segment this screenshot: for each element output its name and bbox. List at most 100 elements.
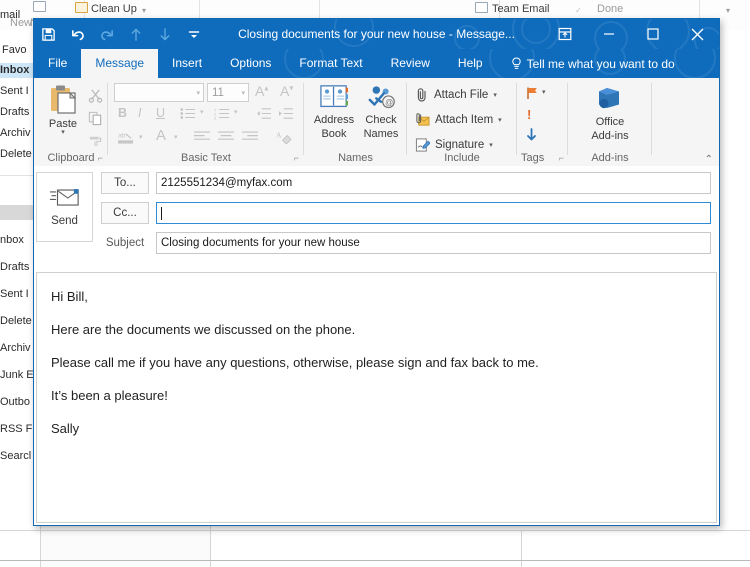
address-book-button[interactable]: Address Book bbox=[310, 84, 358, 140]
maximize-icon[interactable] bbox=[631, 19, 675, 49]
chevron-down-icon[interactable]: ▾ bbox=[241, 89, 245, 97]
attach-item-button[interactable]: Attach Item ▾ bbox=[415, 112, 502, 128]
numbering-icon[interactable]: 123 bbox=[214, 107, 230, 123]
bg-nav-drafts[interactable]: Drafts bbox=[0, 261, 29, 273]
bg-nav-deleted[interactable]: Delete bbox=[0, 315, 32, 327]
cut-icon[interactable] bbox=[88, 88, 103, 106]
office-addins-button[interactable]: Office Add-ins bbox=[584, 86, 636, 142]
bg-nav-archive[interactable]: Archiv bbox=[0, 342, 31, 354]
paperclip-icon bbox=[417, 88, 426, 102]
underline-icon[interactable]: U bbox=[156, 107, 165, 120]
tab-file[interactable]: File bbox=[34, 49, 81, 78]
shrink-font-icon[interactable]: A▾ bbox=[280, 84, 293, 98]
signature-button[interactable]: Signature ▾ bbox=[415, 137, 493, 153]
previous-item-icon[interactable] bbox=[121, 19, 150, 49]
clipboard-dialog-launcher-icon[interactable]: ⌐ bbox=[98, 153, 103, 163]
decrease-indent-icon[interactable] bbox=[256, 107, 271, 123]
tab-format-text[interactable]: Format Text bbox=[285, 49, 376, 78]
customize-quick-access-toolbar-icon[interactable] bbox=[179, 19, 208, 49]
bg-nav-junk[interactable]: Junk E bbox=[0, 369, 34, 381]
cc-button[interactable]: Cc... bbox=[101, 202, 149, 224]
increase-indent-icon[interactable] bbox=[278, 107, 293, 123]
attach-file-button[interactable]: Attach File ▾ bbox=[415, 87, 497, 103]
message-compose-window: Closing documents for your new house - M… bbox=[33, 18, 720, 526]
address-book-label-line2: Book bbox=[321, 128, 347, 140]
tab-options[interactable]: Options bbox=[216, 49, 285, 78]
team-email-icon[interactable] bbox=[475, 2, 488, 13]
text-highlight-color-icon[interactable]: ab bbox=[118, 130, 135, 148]
format-painter-icon[interactable] bbox=[88, 133, 103, 151]
compose-title-bar[interactable]: Closing documents for your new house - M… bbox=[34, 19, 719, 49]
bg-label-clean-up[interactable]: Clean Up bbox=[91, 3, 137, 15]
ribbon-display-options-icon[interactable] bbox=[543, 19, 587, 49]
clean-up-icon[interactable] bbox=[75, 2, 88, 13]
new-email-icon[interactable] bbox=[33, 1, 46, 12]
bg-nav-fav-sent[interactable]: Sent I bbox=[0, 85, 29, 97]
bg-nav-search[interactable]: Searcl bbox=[0, 450, 31, 462]
tab-message[interactable]: Message bbox=[81, 49, 159, 78]
next-item-icon[interactable] bbox=[150, 19, 179, 49]
basic-text-dialog-launcher-icon[interactable]: ⌐ bbox=[294, 153, 299, 163]
low-importance-icon[interactable] bbox=[525, 128, 538, 145]
follow-up-flag-icon[interactable] bbox=[525, 86, 539, 103]
bg-label-done[interactable]: Done bbox=[597, 3, 623, 15]
bg-nav-favorites[interactable]: Favo bbox=[2, 44, 26, 56]
chevron-down-icon[interactable]: ▾ bbox=[200, 109, 204, 116]
italic-icon[interactable]: I bbox=[138, 107, 141, 120]
bg-nav-fav-inbox[interactable]: Inbox bbox=[0, 64, 29, 76]
to-button[interactable]: To... bbox=[101, 172, 149, 194]
copy-icon[interactable] bbox=[88, 111, 103, 129]
send-button[interactable]: Send bbox=[36, 172, 93, 242]
chevron-down-icon[interactable]: ▾ bbox=[493, 91, 497, 99]
tab-review[interactable]: Review bbox=[377, 49, 444, 78]
align-right-icon[interactable] bbox=[242, 130, 258, 146]
font-color-icon[interactable]: A bbox=[156, 128, 166, 143]
cc-input[interactable] bbox=[156, 202, 711, 224]
save-icon[interactable] bbox=[34, 19, 63, 49]
subject-input[interactable]: Closing documents for your new house bbox=[156, 232, 711, 254]
align-left-icon[interactable] bbox=[194, 130, 210, 146]
check-names-button[interactable]: @ Check Names bbox=[359, 84, 403, 140]
align-center-icon[interactable] bbox=[218, 130, 234, 146]
chevron-down-icon[interactable]: ▾ bbox=[542, 89, 546, 96]
bg-nav-outbox[interactable]: Outbo bbox=[0, 396, 30, 408]
check-names-label-line1: Check bbox=[365, 114, 397, 126]
high-importance-icon[interactable]: ! bbox=[527, 108, 531, 121]
chevron-down-icon[interactable]: ▾ bbox=[139, 134, 143, 141]
font-name-input[interactable]: ▾ bbox=[114, 83, 204, 102]
bg-nav-fav-deleted[interactable]: Delete bbox=[0, 148, 32, 160]
decorative-swirl bbox=[454, 25, 480, 49]
bg-label-team-email[interactable]: Team Email bbox=[492, 3, 549, 15]
grow-font-icon[interactable]: A▴ bbox=[255, 84, 268, 98]
tab-insert[interactable]: Insert bbox=[158, 49, 216, 78]
bg-nav-fav-drafts[interactable]: Drafts bbox=[0, 106, 29, 118]
bg-nav-sent[interactable]: Sent I bbox=[0, 288, 29, 300]
tab-help[interactable]: Help bbox=[444, 49, 497, 78]
chevron-down-icon[interactable]: ▾ bbox=[142, 6, 146, 15]
chevron-down-icon[interactable]: ▾ bbox=[489, 141, 493, 149]
chevron-down-icon[interactable]: ▾ bbox=[174, 134, 178, 141]
bg-nav-rss[interactable]: RSS F bbox=[0, 423, 32, 435]
tell-me-search[interactable]: Tell me what you want to do bbox=[497, 49, 685, 78]
clear-formatting-icon[interactable]: A bbox=[276, 129, 292, 147]
bg-nav-fav-archive[interactable]: Archiv bbox=[0, 127, 31, 139]
close-icon[interactable] bbox=[675, 19, 719, 49]
font-size-input[interactable]: 11 ▾ bbox=[207, 83, 249, 102]
bullets-icon[interactable] bbox=[180, 107, 196, 123]
address-book-icon bbox=[320, 85, 348, 108]
chevron-down-icon[interactable]: ▾ bbox=[234, 109, 238, 116]
message-body[interactable]: Hi Bill, Here are the documents we discu… bbox=[36, 272, 717, 523]
chevron-down-icon[interactable]: ▾ bbox=[498, 116, 502, 124]
quick-steps-more-icon[interactable]: ▾ bbox=[726, 6, 730, 15]
minimize-icon[interactable] bbox=[587, 19, 631, 49]
chevron-down-icon[interactable]: ▾ bbox=[196, 89, 200, 97]
collapse-ribbon-icon[interactable]: ⌃ bbox=[705, 154, 713, 165]
undo-icon[interactable] bbox=[63, 19, 92, 49]
chevron-down-icon[interactable]: ▾ bbox=[61, 129, 65, 136]
bold-icon[interactable]: B bbox=[118, 107, 127, 120]
tags-dialog-launcher-icon[interactable]: ⌐ bbox=[559, 153, 564, 163]
to-input[interactable]: 2125551234@myfax.com bbox=[156, 172, 711, 194]
paste-button[interactable]: Paste ▾ bbox=[42, 84, 84, 136]
redo-icon[interactable] bbox=[92, 19, 121, 49]
bg-nav-inbox[interactable]: nbox bbox=[0, 234, 24, 246]
